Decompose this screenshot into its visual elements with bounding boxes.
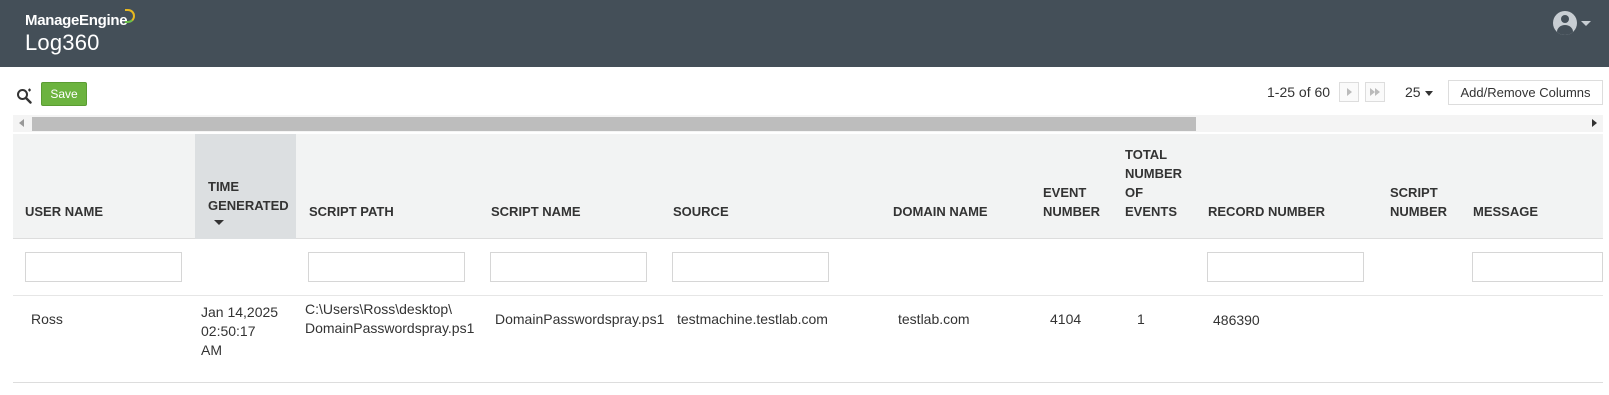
column-header-time-generated[interactable]: TIME GENERATED bbox=[195, 134, 296, 239]
play-icon bbox=[1347, 88, 1352, 96]
record-number-filter-input[interactable] bbox=[1207, 252, 1364, 282]
logo-swoosh-icon bbox=[125, 9, 136, 23]
script-name-filter-input[interactable] bbox=[490, 252, 647, 282]
scrollbar-thumb[interactable] bbox=[32, 117, 1196, 131]
report-toolbar: Save 1-25 of 60 25 Add/Remove Columns bbox=[0, 80, 1609, 108]
cell-script-path: C:\Users\Ross\desktop\ DomainPasswordspr… bbox=[305, 301, 475, 336]
user-name-filter-input[interactable] bbox=[25, 252, 182, 282]
column-header-total-number-of-events[interactable]: TOTAL NUMBER OF EVENTS bbox=[1112, 134, 1195, 239]
column-header-record-number[interactable]: RECORD NUMBER bbox=[1195, 134, 1377, 239]
scroll-left-icon[interactable] bbox=[19, 119, 24, 127]
brand-company: ManageEngine bbox=[25, 12, 128, 29]
column-header-user-name[interactable]: USER NAME bbox=[13, 134, 195, 239]
column-header-source[interactable]: SOURCE bbox=[660, 134, 880, 239]
save-button[interactable]: Save bbox=[41, 82, 87, 106]
filter-row bbox=[13, 240, 1603, 296]
table-row[interactable]: Ross Jan 14,2025 02:50:17 AM C:\Users\Ro… bbox=[13, 297, 1603, 383]
cell-total-events: 1 bbox=[1137, 311, 1145, 327]
brand-product: Log360 bbox=[25, 30, 100, 55]
pagination-info: 1-25 of 60 bbox=[1267, 84, 1331, 100]
sort-descending-icon bbox=[214, 220, 224, 225]
chevron-down-icon[interactable] bbox=[1581, 20, 1591, 26]
column-header-message[interactable]: MESSAGE bbox=[1459, 134, 1603, 239]
next-page-button[interactable] bbox=[1339, 82, 1359, 102]
table-header: USER NAME TIME GENERATED SCRIPT PATH SCR… bbox=[13, 134, 1603, 239]
cell-domain-name: testlab.com bbox=[898, 311, 970, 327]
cell-time-generated: Jan 14,2025 02:50:17 AM bbox=[201, 304, 279, 358]
source-filter-input[interactable] bbox=[672, 252, 829, 282]
horizontal-scrollbar[interactable] bbox=[13, 115, 1603, 132]
cell-record-number: 486390 bbox=[1213, 312, 1260, 328]
add-remove-columns-button[interactable]: Add/Remove Columns bbox=[1448, 80, 1603, 105]
search-toggle-icon[interactable] bbox=[16, 88, 32, 104]
column-header-domain-name[interactable]: DOMAIN NAME bbox=[880, 134, 1030, 239]
column-header-script-number[interactable]: SCRIPT NUMBER bbox=[1377, 134, 1459, 239]
column-header-script-path[interactable]: SCRIPT PATH bbox=[296, 134, 478, 239]
app-header: ManageEngine Log360 bbox=[0, 0, 1609, 67]
column-header-event-number[interactable]: EVENT NUMBER bbox=[1030, 134, 1112, 239]
column-header-script-name[interactable]: SCRIPT NAME bbox=[478, 134, 660, 239]
rows-per-page-select[interactable]: 25 bbox=[1405, 84, 1433, 100]
cell-script-name: DomainPasswordspray.ps1 bbox=[495, 311, 665, 327]
cell-user-name: Ross bbox=[31, 311, 63, 327]
cell-source: testmachine.testlab.com bbox=[677, 311, 828, 327]
cell-event-number: 4104 bbox=[1050, 311, 1082, 327]
user-avatar-icon[interactable] bbox=[1553, 11, 1577, 35]
last-page-button[interactable] bbox=[1365, 82, 1385, 102]
brand-logo[interactable]: ManageEngine Log360 bbox=[25, 9, 136, 56]
message-filter-input[interactable] bbox=[1472, 252, 1603, 282]
script-path-filter-input[interactable] bbox=[308, 252, 465, 282]
caret-down-icon bbox=[1424, 90, 1433, 96]
rows-per-page-value: 25 bbox=[1405, 84, 1421, 100]
scroll-right-icon[interactable] bbox=[1592, 119, 1597, 127]
user-menu[interactable] bbox=[1553, 11, 1591, 35]
